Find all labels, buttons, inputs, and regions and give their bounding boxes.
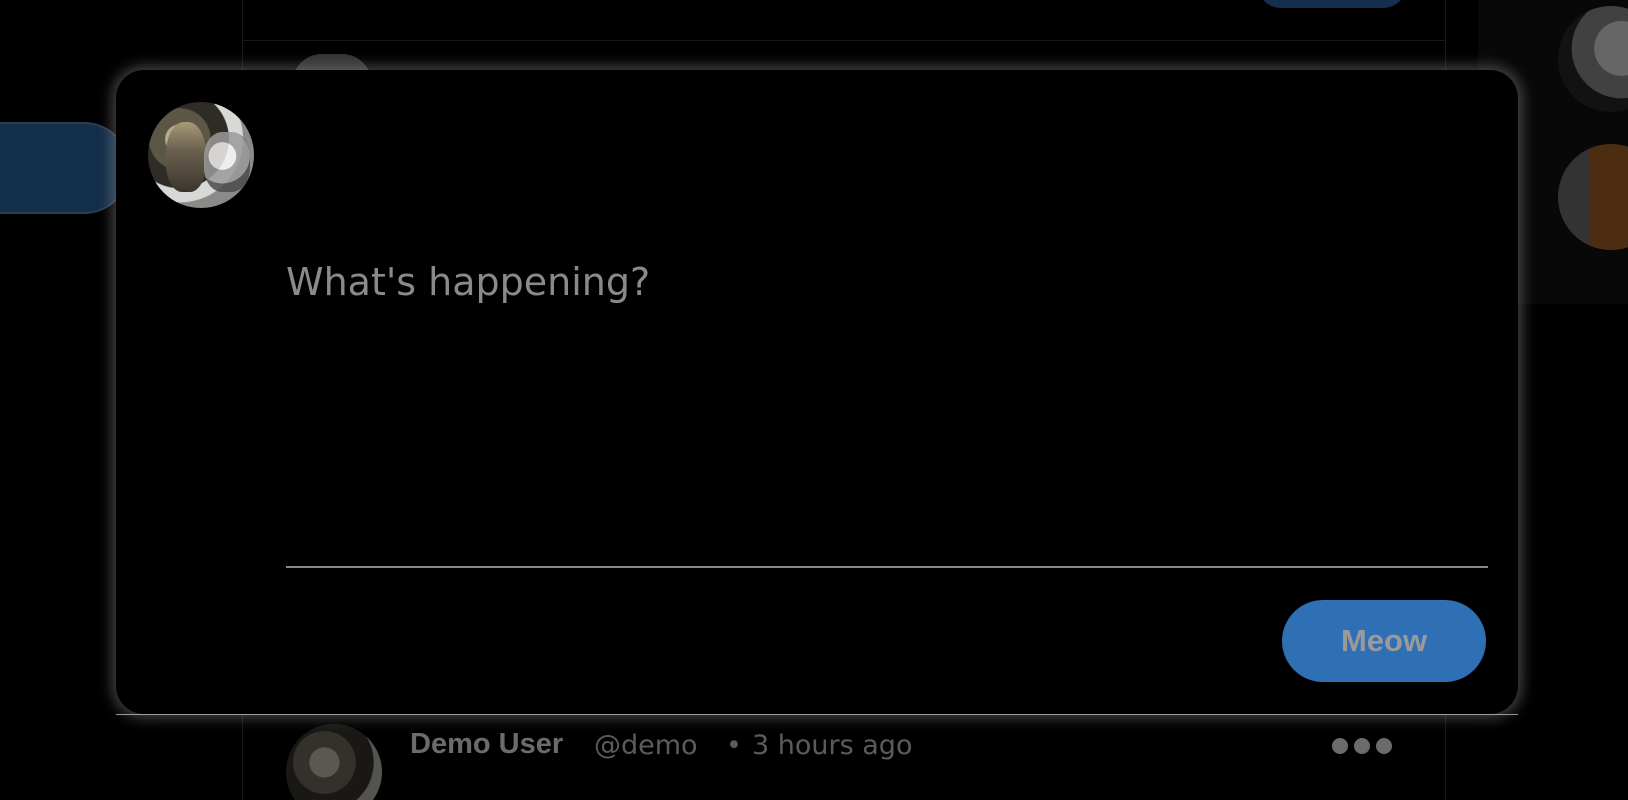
sidebar-active-item[interactable] [0, 122, 130, 214]
suggestion-avatar[interactable] [1558, 6, 1628, 112]
feed-post-button[interactable] [1257, 0, 1407, 8]
avatar [148, 102, 254, 208]
post-item[interactable]: Demo User @demo • 3 hours ago [242, 714, 1446, 800]
suggestion-avatar[interactable] [1558, 144, 1628, 250]
compose-divider [286, 566, 1488, 568]
feed-divider [243, 40, 1445, 41]
more-horizontal-icon[interactable] [1332, 738, 1392, 754]
post-author-handle: @demo [594, 730, 698, 761]
compose-dialog: Meow [116, 70, 1518, 714]
post-timestamp: 3 hours ago [752, 730, 913, 761]
meow-button[interactable]: Meow [1282, 600, 1486, 682]
avatar[interactable] [286, 724, 382, 800]
post-author-name[interactable]: Demo User [410, 728, 563, 761]
menu-dot [1376, 738, 1392, 754]
post-meta-separator: • [726, 730, 742, 761]
compose-textarea[interactable] [286, 260, 1488, 500]
menu-dot [1332, 738, 1348, 754]
menu-dot [1354, 738, 1370, 754]
app-window: Demo User @demo • 3 hours ago Meow [0, 0, 1628, 800]
modal-edge [116, 714, 1518, 715]
